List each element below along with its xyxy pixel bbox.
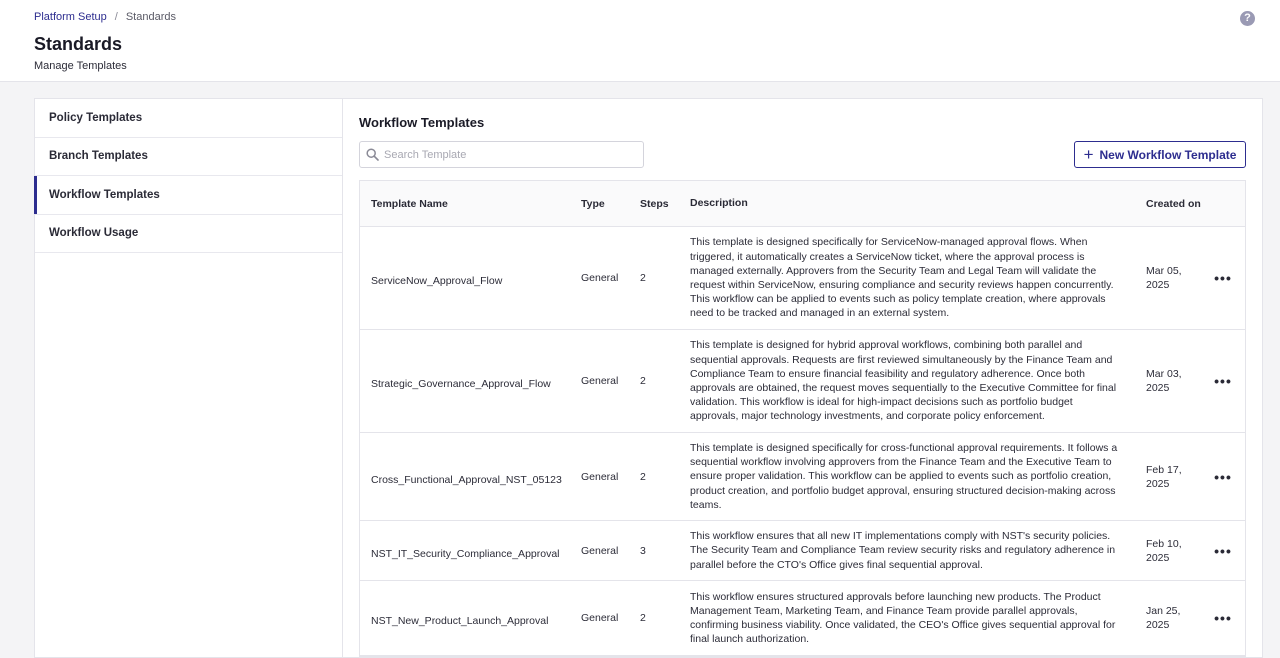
row-description: This template is designed for hybrid app… [690, 339, 1117, 423]
row-type: General [581, 272, 619, 284]
main-panel: Workflow Templates + New Workflow Templa… [342, 98, 1263, 658]
row-description: This workflow ensures structured approva… [690, 590, 1116, 646]
search-icon [366, 148, 379, 161]
row-name: Cross_Functional_Approval_NST_05123 [371, 473, 562, 486]
row-steps: 3 [640, 544, 646, 557]
row-description: This workflow ensures that all new IT im… [690, 530, 1116, 571]
search-input[interactable] [384, 148, 624, 161]
sidebar-item-label: Branch Templates [49, 150, 148, 163]
table-row[interactable]: ServiceNow_Approval_Flow General 2 This … [360, 227, 1245, 330]
column-header-created[interactable]: Created on [1135, 197, 1201, 211]
sidebar-item-workflow-usage[interactable]: Workflow Usage [35, 215, 342, 253]
more-horizontal-icon[interactable]: ••• [1201, 373, 1245, 389]
more-horizontal-icon[interactable]: ••• [1201, 270, 1245, 286]
row-type: General [581, 470, 619, 483]
row-steps: 2 [640, 612, 646, 624]
table-row[interactable]: Strategic_Governance_Approval_Flow Gener… [360, 330, 1245, 433]
breadcrumb-separator: / [114, 11, 118, 23]
row-created: Feb 10, 2025 [1146, 537, 1182, 564]
question-circle-icon[interactable]: ? [1240, 11, 1255, 26]
row-description: This template is designed specifically f… [690, 236, 1114, 320]
column-header-type[interactable]: Type [570, 198, 629, 210]
section-title: Workflow Templates [359, 115, 485, 130]
workflow-templates-table: Template Name Type Steps Description Cre… [359, 180, 1246, 657]
plus-icon: + [1083, 145, 1094, 164]
sidebar-item-policy-templates[interactable]: Policy Templates [35, 99, 342, 138]
breadcrumb-platform-setup[interactable]: Platform Setup [34, 11, 107, 23]
sidebar-item-workflow-templates[interactable]: Workflow Templates [34, 176, 342, 215]
more-horizontal-icon[interactable]: ••• [1201, 610, 1245, 626]
row-steps: 2 [640, 470, 646, 483]
new-workflow-template-button[interactable]: + New Workflow Template [1074, 141, 1246, 168]
page-header: Platform Setup / Standards Standards Man… [0, 0, 1280, 82]
row-created: Jan 25, 2025 [1146, 605, 1181, 631]
row-name: NST_New_Product_Launch_Approval [371, 615, 549, 627]
breadcrumb: Platform Setup / Standards [34, 11, 176, 23]
sidebar-item-branch-templates[interactable]: Branch Templates [35, 138, 342, 176]
row-description: This template is designed specifically f… [690, 441, 1118, 511]
row-type: General [581, 612, 619, 624]
more-horizontal-icon[interactable]: ••• [1201, 469, 1245, 485]
search-box [359, 141, 644, 168]
templates-sidebar: Policy Templates Branch Templates Workfl… [34, 98, 342, 658]
sidebar-item-label: Workflow Usage [49, 227, 139, 240]
row-name: NST_IT_Security_Compliance_Approval [371, 547, 560, 560]
page-title: Standards [34, 34, 123, 54]
row-steps: 2 [640, 375, 646, 387]
sidebar-item-label: Policy Templates [49, 111, 143, 124]
column-header-name[interactable]: Template Name [360, 198, 570, 210]
breadcrumb-current: Standards [125, 11, 176, 23]
row-steps: 2 [640, 272, 646, 284]
row-name: Strategic_Governance_Approval_Flow [371, 378, 551, 390]
table-row[interactable]: Cross_Functional_Approval_NST_05123 Gene… [360, 433, 1245, 521]
row-type: General [581, 544, 619, 557]
row-created: Feb 17, 2025 [1146, 463, 1182, 490]
row-created: Mar 03, 2025 [1146, 368, 1182, 394]
new-workflow-template-label: New Workflow Template [1099, 147, 1237, 162]
row-type: General [581, 375, 619, 387]
table-row[interactable]: NST_IT_Security_Compliance_Approval Gene… [360, 521, 1245, 581]
column-header-steps[interactable]: Steps [629, 198, 679, 210]
sidebar-item-label: Workflow Templates [49, 188, 160, 201]
table-row[interactable]: NST_New_Product_Launch_Approval General … [360, 581, 1245, 656]
column-header-description[interactable]: Description [679, 196, 1135, 210]
page-subtitle: Manage Templates [34, 60, 127, 72]
more-horizontal-icon[interactable]: ••• [1201, 543, 1245, 559]
row-name: ServiceNow_Approval_Flow [371, 275, 503, 287]
table-header: Template Name Type Steps Description Cre… [360, 181, 1245, 227]
row-created: Mar 05, 2025 [1146, 265, 1182, 291]
